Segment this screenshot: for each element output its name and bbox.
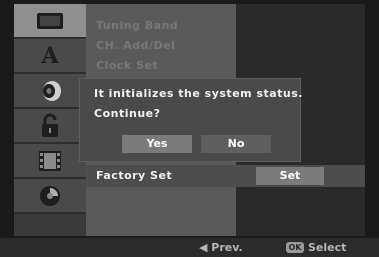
language-glyph: A xyxy=(41,42,59,69)
dialog-message: It initializes the system status. xyxy=(94,87,303,100)
language-icon[interactable]: A xyxy=(14,39,86,74)
prev-hint: ◀ Prev. xyxy=(199,241,243,254)
factory-set-label: Factory Set xyxy=(96,169,173,182)
tv-osd-screen: A Tuning Band CH. Add/Del Clock Set Fact… xyxy=(0,0,379,257)
menu-item-ch-add-del[interactable]: CH. Add/Del xyxy=(96,36,175,56)
tv-icon[interactable] xyxy=(14,4,86,39)
setup-sidebar: A xyxy=(14,4,86,236)
menu-item-tuning-band[interactable]: Tuning Band xyxy=(96,16,178,36)
factory-set-row[interactable]: Factory Set Set xyxy=(86,165,365,187)
footer-bar: ◀ Prev. OK Select xyxy=(0,238,379,257)
no-button[interactable]: No xyxy=(201,135,271,153)
yes-button[interactable]: Yes xyxy=(122,135,192,153)
lock-icon[interactable] xyxy=(14,109,86,144)
disc-icon[interactable] xyxy=(14,179,86,214)
film-icon[interactable] xyxy=(14,144,86,179)
menu-item-clock-set[interactable]: Clock Set xyxy=(96,56,158,76)
select-hint: Select xyxy=(308,241,347,254)
set-button[interactable]: Set xyxy=(256,167,324,185)
confirm-dialog: It initializes the system status. Contin… xyxy=(79,78,303,162)
ok-icon: OK xyxy=(286,242,304,253)
speaker-icon[interactable] xyxy=(14,74,86,109)
dialog-question: Continue? xyxy=(94,107,161,120)
